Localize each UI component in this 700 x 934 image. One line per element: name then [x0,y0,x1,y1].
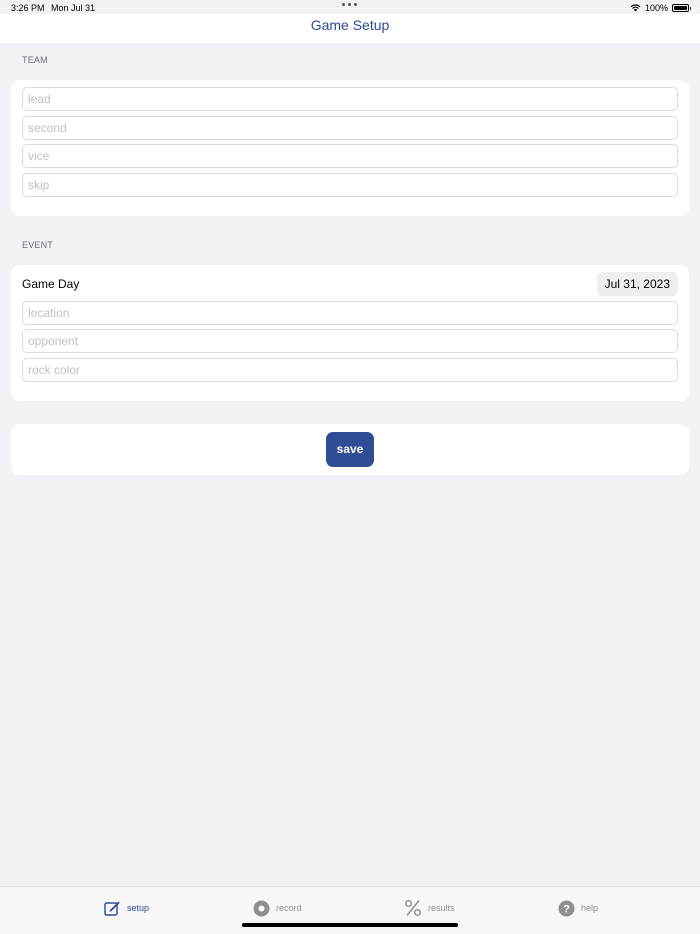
tab-help-label: help [581,903,599,913]
tab-record[interactable]: record [252,899,302,917]
team-card [11,80,689,216]
location-field[interactable] [22,301,678,325]
tab-setup[interactable]: setup [103,899,149,917]
battery-icon [672,4,691,12]
tab-setup-label: setup [127,903,150,913]
game-day-date-picker[interactable]: Jul 31, 2023 [596,272,678,296]
multitasking-dots-icon[interactable] [342,3,357,6]
tab-help[interactable]: ? help [557,899,598,917]
rock-color-field[interactable] [22,358,678,382]
skip-field[interactable] [22,173,678,197]
record-icon [252,899,270,917]
page-title: Game Setup [310,17,390,33]
edit-square-icon [103,899,121,917]
lead-field[interactable] [22,87,678,111]
percent-icon [404,899,422,917]
svg-text:?: ? [563,903,570,915]
save-button[interactable]: save [326,432,374,467]
help-icon: ? [557,899,575,917]
home-indicator[interactable] [242,923,458,927]
navigation-bar: Game Setup [0,14,700,43]
battery-percent: 100% [644,3,668,13]
game-day-label: Game Day [22,277,80,291]
tab-record-label: record [276,903,302,913]
second-field[interactable] [22,116,678,140]
team-section-header: TEAM [22,55,48,65]
vice-field[interactable] [22,144,678,168]
status-date: Mon Jul 31 [51,3,96,13]
event-section-header: EVENT [22,240,54,250]
status-time: 3:26 PM [11,3,45,13]
save-card: save [11,424,689,475]
status-indicators: 100% [630,3,691,13]
wifi-icon [630,4,641,12]
tab-results-label: results [428,903,455,913]
opponent-field[interactable] [22,329,678,353]
tab-results[interactable]: results [404,899,455,917]
event-card: Game Day Jul 31, 2023 [11,265,689,401]
